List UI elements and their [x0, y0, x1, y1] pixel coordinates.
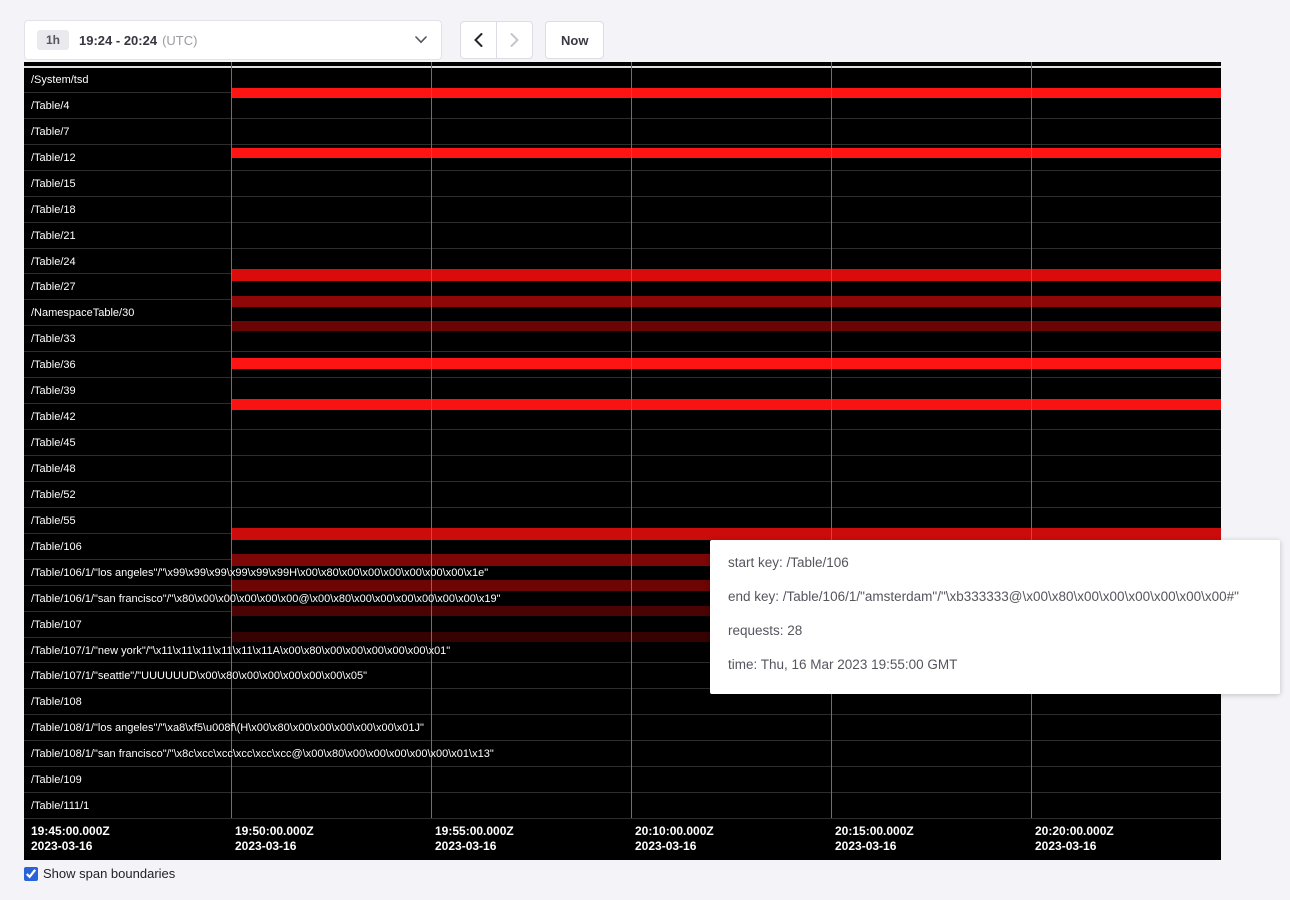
time-tick: 20:20:00.000Z2023-03-16: [1035, 824, 1114, 854]
span-key-label: /Table/45: [31, 437, 76, 450]
span-key-label: /NamespaceTable/30: [31, 307, 134, 320]
span-key-label: /Table/18: [31, 204, 76, 217]
span-boundary: [24, 792, 1221, 793]
keyvis-canvas[interactable]: /System/tsd/Table/4/Table/7/Table/12/Tab…: [24, 62, 1221, 860]
span-boundary: [24, 377, 1221, 378]
time-tick-time: 19:55:00.000Z: [435, 824, 514, 839]
span-key-label: /Table/21: [31, 230, 76, 243]
span-boundary: [24, 196, 1221, 197]
span-boundary: [24, 66, 1221, 68]
span-key-label: /Table/48: [31, 463, 76, 476]
span-key-label: /Table/107: [31, 619, 82, 632]
time-tick: 19:55:00.000Z2023-03-16: [435, 824, 514, 854]
heat-band: [231, 399, 1221, 410]
span-key-label: /Table/4: [31, 100, 70, 113]
time-gridline: [231, 62, 232, 818]
span-boundary: [24, 118, 1221, 119]
heat-band: [231, 358, 1221, 369]
span-key-label: /Table/106/1/"san francisco"/"\x80\x00\x…: [31, 593, 501, 606]
heat-band: [231, 528, 1221, 540]
heat-band: [231, 296, 1221, 307]
show-span-boundaries-label: Show span boundaries: [43, 866, 175, 881]
span-boundary: [24, 222, 1221, 223]
duration-badge: 1h: [37, 30, 69, 50]
span-key-label: /Table/109: [31, 774, 82, 787]
chevron-left-icon: [474, 33, 483, 47]
chevron-right-icon: [510, 33, 519, 47]
span-boundary: [24, 766, 1221, 767]
time-range-text: 19:24 - 20:24: [79, 33, 157, 48]
span-key-label: /Table/33: [31, 333, 76, 346]
time-nav-group: [460, 21, 533, 59]
hover-tooltip: start key: /Table/106 end key: /Table/10…: [710, 540, 1280, 694]
span-boundary: [24, 248, 1221, 249]
span-key-label: /System/tsd: [31, 74, 88, 87]
time-tick-time: 19:50:00.000Z: [235, 824, 314, 839]
heat-band: [231, 269, 1221, 281]
heat-band: [231, 321, 1221, 331]
span-key-label: /Table/106/1/"los angeles"/"\x99\x99\x99…: [31, 567, 488, 580]
span-boundary: [24, 818, 1221, 819]
time-tick-date: 2023-03-16: [1035, 839, 1114, 854]
time-tick-date: 2023-03-16: [235, 839, 314, 854]
span-boundary: [24, 351, 1221, 352]
time-tick: 19:45:00.000Z2023-03-16: [31, 824, 110, 854]
time-tick-date: 2023-03-16: [435, 839, 514, 854]
time-gridline: [631, 62, 632, 818]
span-key-label: /Table/24: [31, 256, 76, 269]
time-gridline: [831, 62, 832, 818]
key-visualizer-page: 1h 19:24 - 20:24 (UTC) Now /System/tsd/T…: [0, 0, 1290, 900]
heat-band: [231, 88, 1221, 98]
tooltip-requests: requests: 28: [728, 622, 1262, 639]
span-key-label: /Table/12: [31, 152, 76, 165]
span-boundary: [24, 714, 1221, 715]
now-button[interactable]: Now: [545, 21, 604, 59]
span-key-label: /Table/55: [31, 515, 76, 528]
time-range-selector[interactable]: 1h 19:24 - 20:24 (UTC): [24, 20, 442, 60]
next-range-button[interactable]: [496, 21, 533, 59]
time-tick-time: 19:45:00.000Z: [31, 824, 110, 839]
tooltip-time: time: Thu, 16 Mar 2023 19:55:00 GMT: [728, 656, 1262, 673]
show-span-boundaries-control[interactable]: Show span boundaries: [24, 866, 175, 881]
time-gridline: [431, 62, 432, 818]
span-key-label: /Table/39: [31, 385, 76, 398]
span-key-label: /Table/108/1/"los angeles"/"\xa8\xf5\u00…: [31, 722, 424, 735]
tooltip-start-key: start key: /Table/106: [728, 554, 1262, 571]
span-key-label: /Table/36: [31, 359, 76, 372]
timezone-text: (UTC): [162, 33, 197, 48]
prev-range-button[interactable]: [460, 21, 497, 59]
heat-band: [231, 148, 1221, 158]
span-key-label: /Table/107/1/"seattle"/"UUUUUUD\x00\x80\…: [31, 670, 367, 683]
time-tick-date: 2023-03-16: [635, 839, 714, 854]
span-boundary: [24, 429, 1221, 430]
time-tick: 20:15:00.000Z2023-03-16: [835, 824, 914, 854]
span-key-label: /Table/27: [31, 281, 76, 294]
time-tick: 20:10:00.000Z2023-03-16: [635, 824, 714, 854]
span-boundary: [24, 481, 1221, 482]
show-span-boundaries-checkbox[interactable]: [24, 867, 38, 881]
span-boundary: [24, 144, 1221, 145]
span-key-label: /Table/52: [31, 489, 76, 502]
span-key-label: /Table/108: [31, 696, 82, 709]
chevron-down-icon: [415, 36, 427, 44]
time-tick-time: 20:15:00.000Z: [835, 824, 914, 839]
span-boundary: [24, 170, 1221, 171]
time-tick: 19:50:00.000Z2023-03-16: [235, 824, 314, 854]
time-tick-date: 2023-03-16: [31, 839, 110, 854]
time-tick-date: 2023-03-16: [835, 839, 914, 854]
span-boundary: [24, 507, 1221, 508]
time-gridline: [1031, 62, 1032, 818]
time-tick-time: 20:10:00.000Z: [635, 824, 714, 839]
span-key-label: /Table/15: [31, 178, 76, 191]
span-key-label: /Table/42: [31, 411, 76, 424]
span-boundary: [24, 740, 1221, 741]
time-tick-time: 20:20:00.000Z: [1035, 824, 1114, 839]
span-boundary: [24, 455, 1221, 456]
span-key-label: /Table/111/1: [31, 800, 89, 813]
span-key-label: /Table/7: [31, 126, 70, 139]
tooltip-end-key: end key: /Table/106/1/"amsterdam"/"\xb33…: [728, 588, 1262, 605]
span-key-label: /Table/106: [31, 541, 82, 554]
span-key-label: /Table/107/1/"new york"/"\x11\x11\x11\x1…: [31, 645, 450, 658]
span-key-label: /Table/108/1/"san francisco"/"\x8c\xcc\x…: [31, 748, 494, 761]
